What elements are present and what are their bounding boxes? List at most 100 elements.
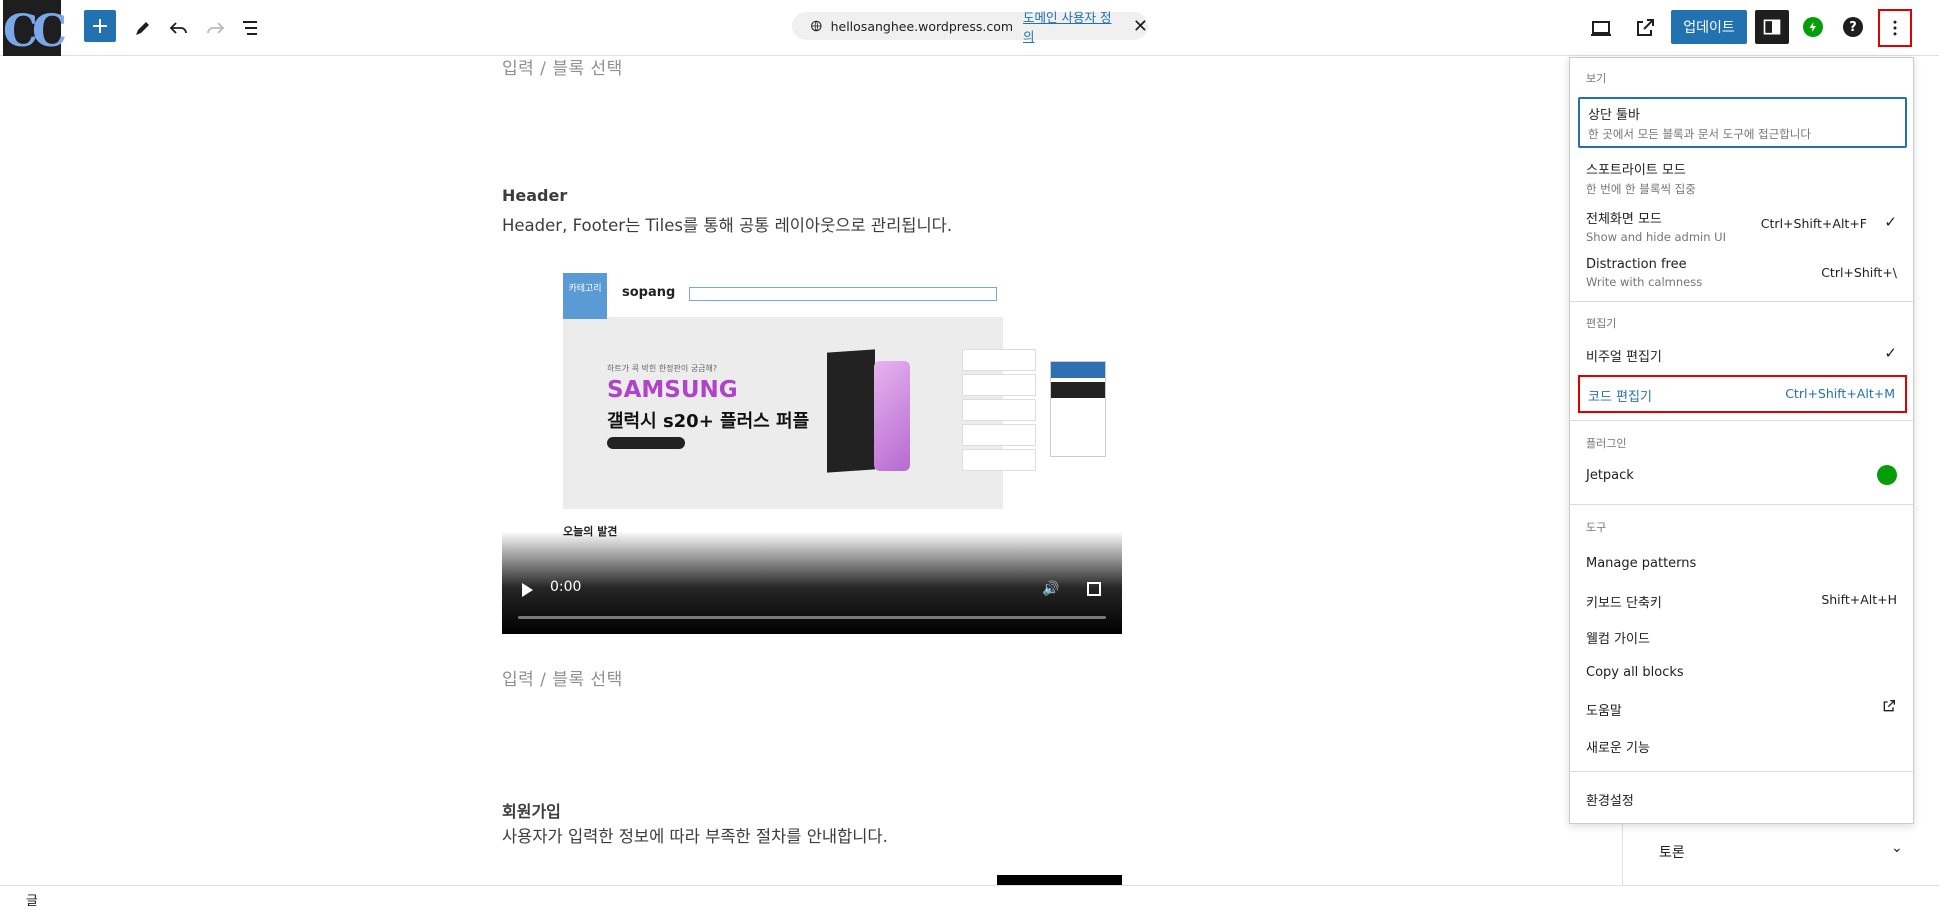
plus-icon xyxy=(93,19,107,33)
options-menu-button[interactable] xyxy=(1878,9,1912,47)
desktop-icon xyxy=(1591,21,1611,36)
top-toolbar-title: 상단 툴바 xyxy=(1588,108,1640,123)
update-button[interactable]: 업데이트 xyxy=(1671,10,1747,44)
promo-model: 갤럭시 s20+ 플러스 퍼플 xyxy=(607,411,810,432)
tools-button[interactable] xyxy=(125,10,161,46)
sopang-logo: sopang xyxy=(622,285,676,300)
preferences-title: 환경설정 xyxy=(1586,794,1634,809)
mock-search-bar xyxy=(689,287,997,301)
image-block-edge xyxy=(997,875,1122,885)
site-url-bar: hellosanghee.wordpress.com 도메인 사용자 정의 ✕ xyxy=(792,10,1148,44)
block-placeholder[interactable]: 입력 / 블록 선택 xyxy=(502,54,623,79)
fullscreen-icon[interactable] xyxy=(1087,582,1101,596)
code-editor-shortcut: Ctrl+Shift+Alt+M xyxy=(1785,386,1895,401)
top-toolbar-desc: 한 곳에서 모든 블록과 문서 도구에 접근합니다 xyxy=(1588,127,1811,141)
product-phone-image xyxy=(874,361,910,471)
redo-icon xyxy=(207,22,225,34)
menu-item-help[interactable]: 도움말 xyxy=(1578,693,1907,723)
block-placeholder[interactable]: 입력 / 블록 선택 xyxy=(502,665,623,690)
site-domain: hellosanghee.wordpress.com xyxy=(830,18,1014,34)
menu-item-code-editor[interactable]: 코드 편집기 Ctrl+Shift+Alt+M xyxy=(1578,375,1907,413)
product-box-image xyxy=(827,349,875,473)
options-dropdown-menu: 보기 상단 툴바 한 곳에서 모든 블록과 문서 도구에 접근합니다 스포트라이… xyxy=(1569,57,1914,824)
promo-tagline: 하트가 콕 박힌 한정판이 궁금해? xyxy=(607,364,718,373)
view-post-button[interactable] xyxy=(1627,10,1663,46)
menu-item-keyboard-shortcuts[interactable]: 키보드 단축키 Shift+Alt+H xyxy=(1578,585,1907,615)
menu-item-spotlight[interactable]: 스포트라이트 모드 한 번에 한 블록씩 집중 xyxy=(1578,153,1907,197)
site-logo-text: CC xyxy=(2,6,67,57)
editor-section-label: 편집기 xyxy=(1586,317,1617,330)
undo-button[interactable] xyxy=(161,10,197,46)
editor-top-toolbar: CC hellosanghee.wordpress.com 도메인 사용자 정의… xyxy=(0,0,1939,56)
video-time: 0:00 xyxy=(550,579,582,595)
pencil-icon xyxy=(136,22,149,35)
whats-new-title: 새로운 기능 xyxy=(1586,741,1650,756)
editor-footer: 글 xyxy=(0,885,1939,910)
menu-item-top-toolbar[interactable]: 상단 툴바 한 곳에서 모든 블록과 문서 도구에 접근합니다 xyxy=(1578,97,1907,148)
settings-sidebar-button[interactable] xyxy=(1755,10,1789,44)
preview-device-button[interactable] xyxy=(1583,10,1619,46)
visual-editor-title: 비주얼 편집기 xyxy=(1586,350,1662,365)
external-link-icon xyxy=(1637,19,1654,36)
welcome-guide-title: 웰컴 가이드 xyxy=(1586,632,1650,647)
category-label: 카테고리 xyxy=(568,284,602,294)
header-section-description[interactable]: Header, Footer는 Tiles를 통해 공통 레이아웃으로 관리됩니… xyxy=(502,212,952,236)
menu-item-fullscreen[interactable]: 전체화면 모드 Show and hide admin UI Ctrl+Shif… xyxy=(1578,202,1907,246)
breadcrumb-post[interactable]: 글 xyxy=(26,890,38,909)
category-tile: 카테고리 xyxy=(563,273,607,319)
play-icon[interactable] xyxy=(522,583,533,597)
fullscreen-desc: Show and hide admin UI xyxy=(1586,230,1726,244)
view-section-label: 보기 xyxy=(1586,72,1607,85)
menu-item-whats-new[interactable]: 새로운 기능 xyxy=(1578,730,1907,760)
add-block-button[interactable] xyxy=(84,10,116,42)
menu-item-visual-editor[interactable]: 비주얼 편집기 ✓ xyxy=(1578,338,1907,370)
menu-separator xyxy=(1570,420,1913,421)
undo-icon xyxy=(169,22,187,34)
plugins-section-label: 플러그인 xyxy=(1586,437,1627,450)
site-logo[interactable]: CC xyxy=(2,0,67,57)
jetpack-title: Jetpack xyxy=(1586,468,1634,483)
promo-brand: SAMSUNG xyxy=(607,377,738,403)
volume-icon[interactable]: 🔊 xyxy=(1042,581,1059,597)
spotlight-desc: 한 번에 한 블록씩 집중 xyxy=(1586,182,1696,196)
check-icon: ✓ xyxy=(1884,213,1897,231)
check-icon: ✓ xyxy=(1884,344,1897,362)
keyboard-shortcuts-shortcut: Shift+Alt+H xyxy=(1821,592,1897,607)
menu-separator xyxy=(1570,771,1913,772)
sidebar-icon xyxy=(1763,19,1781,35)
product-thumbnail-list xyxy=(962,349,1036,473)
copy-all-blocks-title: Copy all blocks xyxy=(1586,665,1684,680)
fullscreen-shortcut: Ctrl+Shift+Alt+F xyxy=(1760,216,1867,231)
header-section-title[interactable]: Header xyxy=(502,186,567,205)
close-icon[interactable]: ✕ xyxy=(1133,16,1148,37)
video-controls: 0:00 🔊 xyxy=(502,573,1122,613)
help-title: 도움말 xyxy=(1586,704,1622,719)
signup-section-title[interactable]: 회원가입 xyxy=(502,798,561,822)
manage-patterns-title: Manage patterns xyxy=(1586,556,1697,571)
menu-item-preferences[interactable]: 환경설정 xyxy=(1578,782,1907,814)
customize-domain-link[interactable]: 도메인 사용자 정의 xyxy=(1023,7,1113,45)
help-button[interactable]: ? xyxy=(1843,17,1863,37)
menu-item-copy-all-blocks[interactable]: Copy all blocks xyxy=(1578,658,1907,688)
distraction-free-shortcut: Ctrl+Shift+\ xyxy=(1821,265,1897,280)
video-block[interactable]: 카테고리 sopang 하트가 콕 박힌 한정판이 궁금해? SAMSUNG 갤… xyxy=(502,261,1122,634)
video-progress-bar[interactable] xyxy=(518,616,1106,619)
promo-pill xyxy=(607,437,685,449)
menu-item-welcome-guide[interactable]: 웰컴 가이드 xyxy=(1578,621,1907,651)
jetpack-button[interactable] xyxy=(1803,17,1823,37)
menu-separator xyxy=(1570,301,1913,302)
menu-item-jetpack[interactable]: Jetpack xyxy=(1578,459,1907,491)
menu-item-distraction-free[interactable]: Distraction free Write with calmness Ctr… xyxy=(1578,251,1907,295)
more-vertical-icon xyxy=(1893,20,1897,36)
external-link-icon xyxy=(1881,698,1897,718)
globe-icon xyxy=(811,20,822,32)
jetpack-icon xyxy=(1877,465,1897,485)
bolt-icon xyxy=(1809,22,1816,32)
recent-products-box xyxy=(1050,361,1106,457)
redo-button[interactable] xyxy=(197,10,233,46)
menu-item-manage-patterns[interactable]: Manage patterns xyxy=(1578,549,1907,579)
signup-section-description[interactable]: 사용자가 입력한 정보에 따라 부족한 절차를 안내합니다. xyxy=(502,823,888,847)
document-overview-button[interactable] xyxy=(233,10,269,46)
menu-separator xyxy=(1570,504,1913,505)
tools-section-label: 도구 xyxy=(1586,521,1607,534)
